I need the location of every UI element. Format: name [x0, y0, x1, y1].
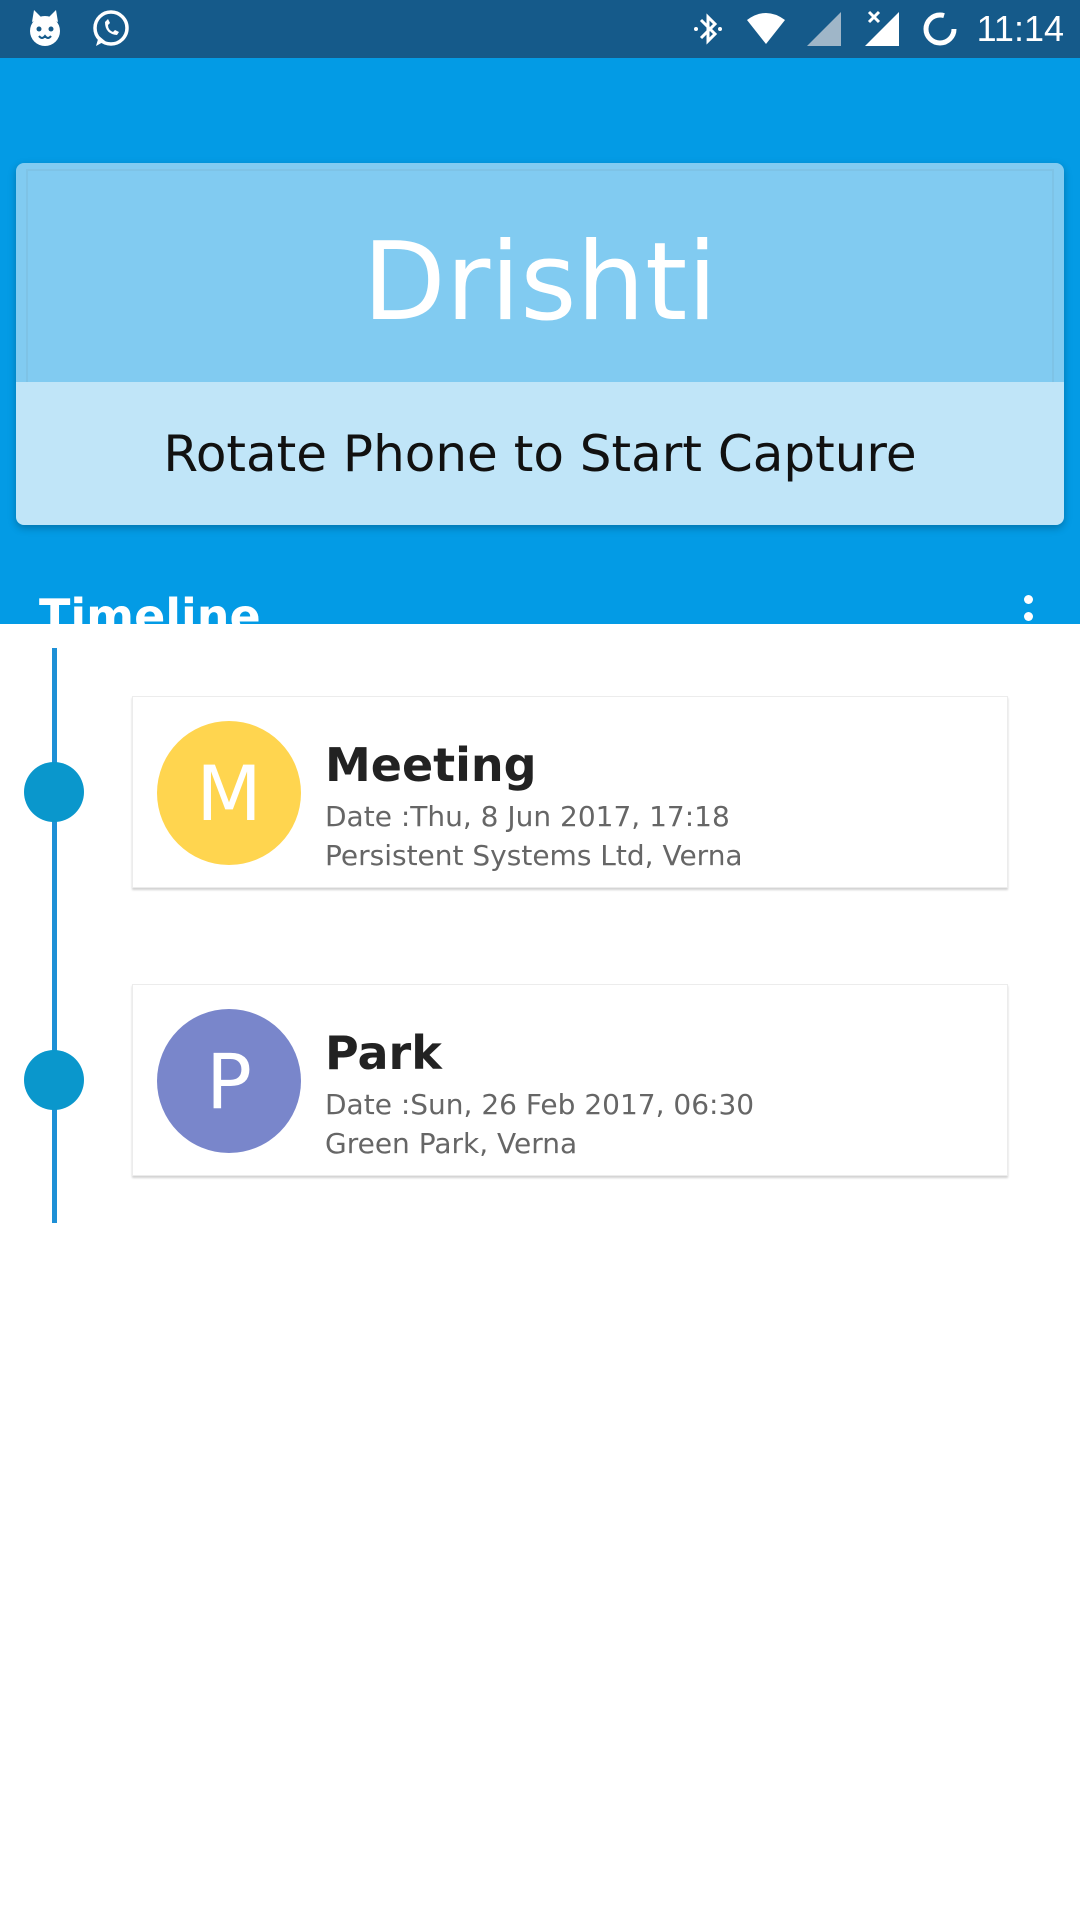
- notification-icons: [24, 8, 132, 50]
- status-bar: 11:14: [0, 0, 1080, 58]
- cat-app-icon: [30, 10, 60, 46]
- menu-dot: [1023, 611, 1033, 621]
- avatar: P: [157, 1009, 301, 1153]
- timeline-dot: [24, 1050, 84, 1110]
- no-signal-icon: [864, 10, 899, 46]
- event-location: Green Park, Verna: [325, 1127, 578, 1160]
- page-title: Timeline: [39, 589, 261, 643]
- whatsapp-icon: [93, 10, 129, 46]
- timeline-dot: [24, 762, 84, 822]
- overflow-menu-icon[interactable]: [1010, 588, 1046, 644]
- timeline-event-card[interactable]: M Meeting Date :Thu, 8 Jun 2017, 17:18 P…: [132, 696, 1008, 888]
- event-date: Date :Sun, 26 Feb 2017, 06:30: [325, 1088, 755, 1121]
- status-time: 11:14: [976, 8, 1064, 49]
- bluetooth-icon: [693, 13, 722, 45]
- timeline-line: [52, 648, 57, 1223]
- wifi-icon: [746, 13, 785, 44]
- system-icons: 11:14: [687, 6, 1064, 52]
- banner-title-area: Drishti: [16, 163, 1064, 382]
- event-title: Park: [325, 1026, 442, 1080]
- app-header: Drishti Rotate Phone to Start Capture Ti…: [0, 58, 1080, 643]
- menu-dot: [1023, 628, 1033, 638]
- avatar: M: [157, 721, 301, 865]
- menu-dot: [1023, 594, 1033, 604]
- app-title: Drishti: [362, 220, 718, 345]
- event-date: Date :Thu, 8 Jun 2017, 17:18: [325, 800, 730, 833]
- capture-instruction: Rotate Phone to Start Capture: [16, 382, 1064, 525]
- event-location: Persistent Systems Ltd, Verna: [325, 839, 743, 872]
- loading-icon: [923, 12, 957, 46]
- signal-icon: [806, 12, 841, 46]
- timeline-event-card[interactable]: P Park Date :Sun, 26 Feb 2017, 06:30 Gre…: [132, 984, 1008, 1176]
- event-title: Meeting: [325, 738, 537, 792]
- capture-banner[interactable]: Drishti Rotate Phone to Start Capture: [16, 163, 1064, 525]
